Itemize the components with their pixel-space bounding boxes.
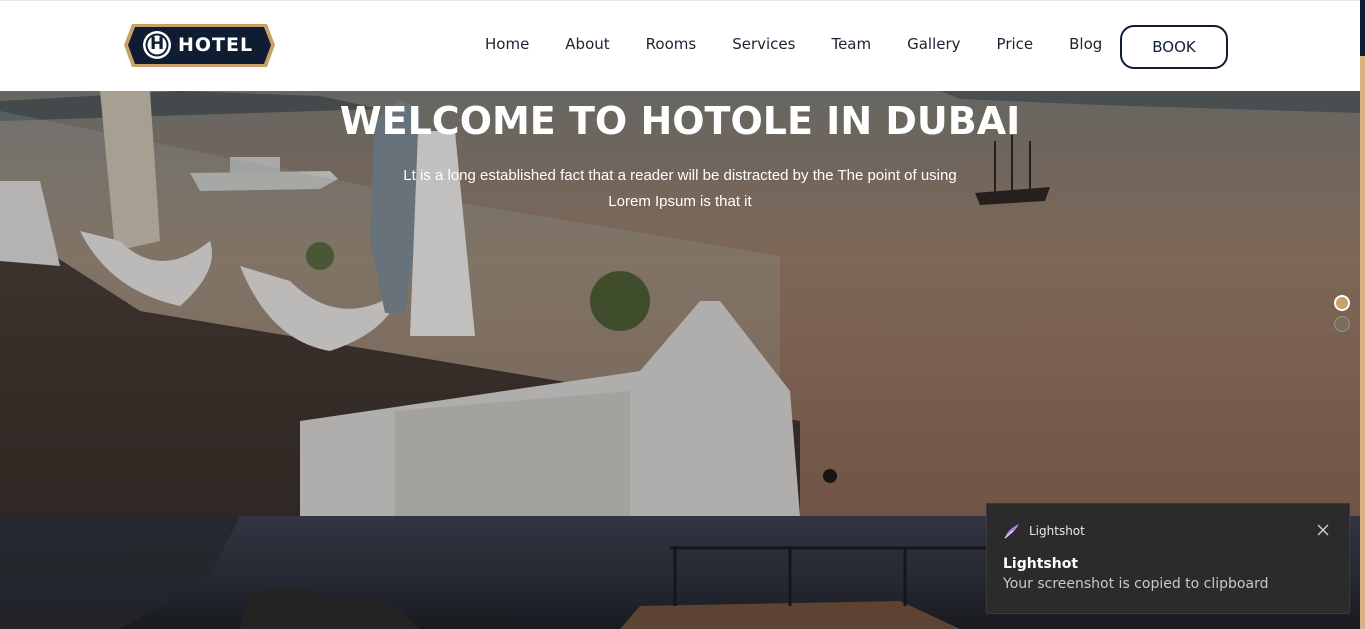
close-icon[interactable] (1313, 520, 1333, 540)
book-button[interactable]: BOOK (1120, 25, 1228, 69)
nav-rooms[interactable]: Rooms (628, 31, 715, 61)
nav-price[interactable]: Price (979, 31, 1052, 61)
nav-blog[interactable]: Blog (1051, 31, 1120, 61)
hero-slider: WELCOME TO HOTOLE IN DUBAI Lt is a long … (0, 91, 1360, 516)
hero-title: WELCOME TO HOTOLE IN DUBAI (339, 99, 1021, 143)
feather-icon (1004, 524, 1019, 539)
hotel-logo[interactable]: H HOTEL (122, 22, 277, 69)
nav-team[interactable]: Team (813, 31, 889, 61)
slider-dot-2[interactable] (1334, 316, 1350, 332)
nav-services[interactable]: Services (714, 31, 813, 61)
nav-home[interactable]: Home (467, 31, 547, 61)
lightshot-notification[interactable]: Lightshot Lightshot Your screenshot is c… (986, 503, 1350, 614)
toast-message: Your screenshot is copied to clipboard (1003, 576, 1269, 592)
page-edge-accent (1360, 0, 1365, 629)
toast-header: Lightshot (1003, 522, 1085, 540)
site-header: H HOTEL Home About Rooms Services Team G… (0, 0, 1360, 91)
toast-title: Lightshot (1003, 556, 1079, 572)
nav-gallery[interactable]: Gallery (889, 31, 978, 61)
logo-mark: H (150, 34, 165, 54)
slider-pagination (1334, 295, 1350, 337)
slider-dot-1[interactable] (1334, 295, 1350, 311)
logo-text: HOTEL (178, 34, 254, 56)
page-edge-dark (1360, 0, 1365, 56)
hero-background-image (0, 91, 1360, 516)
nav-about[interactable]: About (547, 31, 627, 61)
toast-app-name: Lightshot (1029, 524, 1085, 538)
hero-subtitle: Lt is a long established fact that a rea… (403, 167, 957, 210)
main-nav: Home About Rooms Services Team Gallery P… (467, 31, 1120, 61)
